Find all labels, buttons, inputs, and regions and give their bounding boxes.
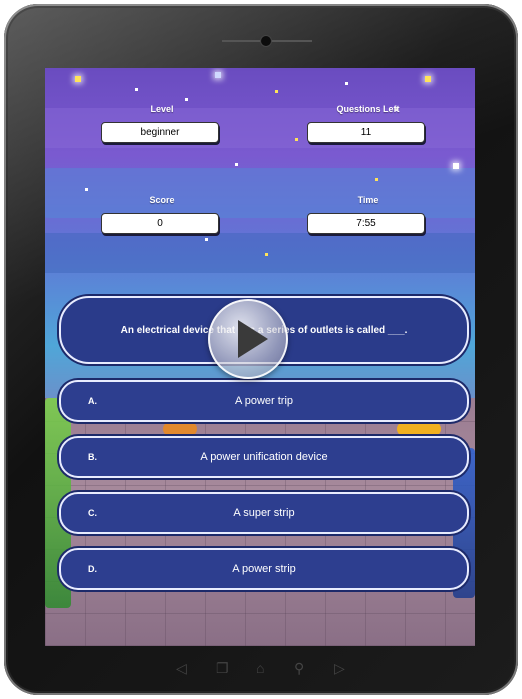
time-field: 7:55 [307, 213, 425, 234]
answer-text: A power unification device [200, 451, 328, 463]
play-button[interactable] [208, 299, 288, 379]
search-icon[interactable]: ⚲ [294, 660, 304, 677]
answer-d-button[interactable]: D. A power strip [59, 548, 469, 590]
game-screen: Level beginner Questions Left 11 Score 0… [45, 68, 475, 646]
star-icon [295, 138, 298, 141]
recent-apps-icon[interactable]: ❐ [216, 660, 229, 677]
star-icon [205, 238, 208, 241]
level-label: Level [150, 104, 174, 114]
star-icon [135, 88, 138, 91]
star-icon [85, 188, 88, 191]
prop-burger [163, 422, 197, 436]
answer-text: A super strip [233, 507, 295, 519]
forward-icon[interactable]: ▷ [334, 660, 345, 677]
star-icon [375, 178, 378, 181]
questions-left-field: 11 [307, 122, 425, 143]
star-icon [275, 90, 278, 93]
star-icon [75, 76, 81, 82]
star-icon [215, 72, 221, 78]
star-icon [345, 82, 348, 85]
answer-b-button[interactable]: B. A power unification device [59, 436, 469, 478]
score-field: 0 [101, 213, 219, 234]
camera-icon [260, 35, 272, 47]
sky-band [45, 168, 475, 218]
questions-left-label: Questions Left [336, 104, 400, 114]
answer-text: A power strip [232, 563, 296, 575]
star-icon [185, 98, 188, 101]
star-icon [235, 163, 238, 166]
star-icon [425, 76, 431, 82]
sky-band [45, 233, 475, 273]
level-field: beginner [101, 122, 219, 143]
play-icon [238, 320, 268, 358]
answer-a-button[interactable]: A. A power trip [59, 380, 469, 422]
answer-text: A power trip [234, 395, 294, 407]
score-label: Score [149, 195, 175, 205]
star-icon [453, 163, 459, 169]
answer-c-button[interactable]: C. A super strip [59, 492, 469, 534]
star-icon [265, 253, 268, 256]
home-icon[interactable]: ⌂ [256, 660, 264, 676]
time-label: Time [357, 195, 379, 205]
prop-disc [397, 422, 441, 436]
back-icon[interactable]: ◁ [176, 660, 187, 677]
